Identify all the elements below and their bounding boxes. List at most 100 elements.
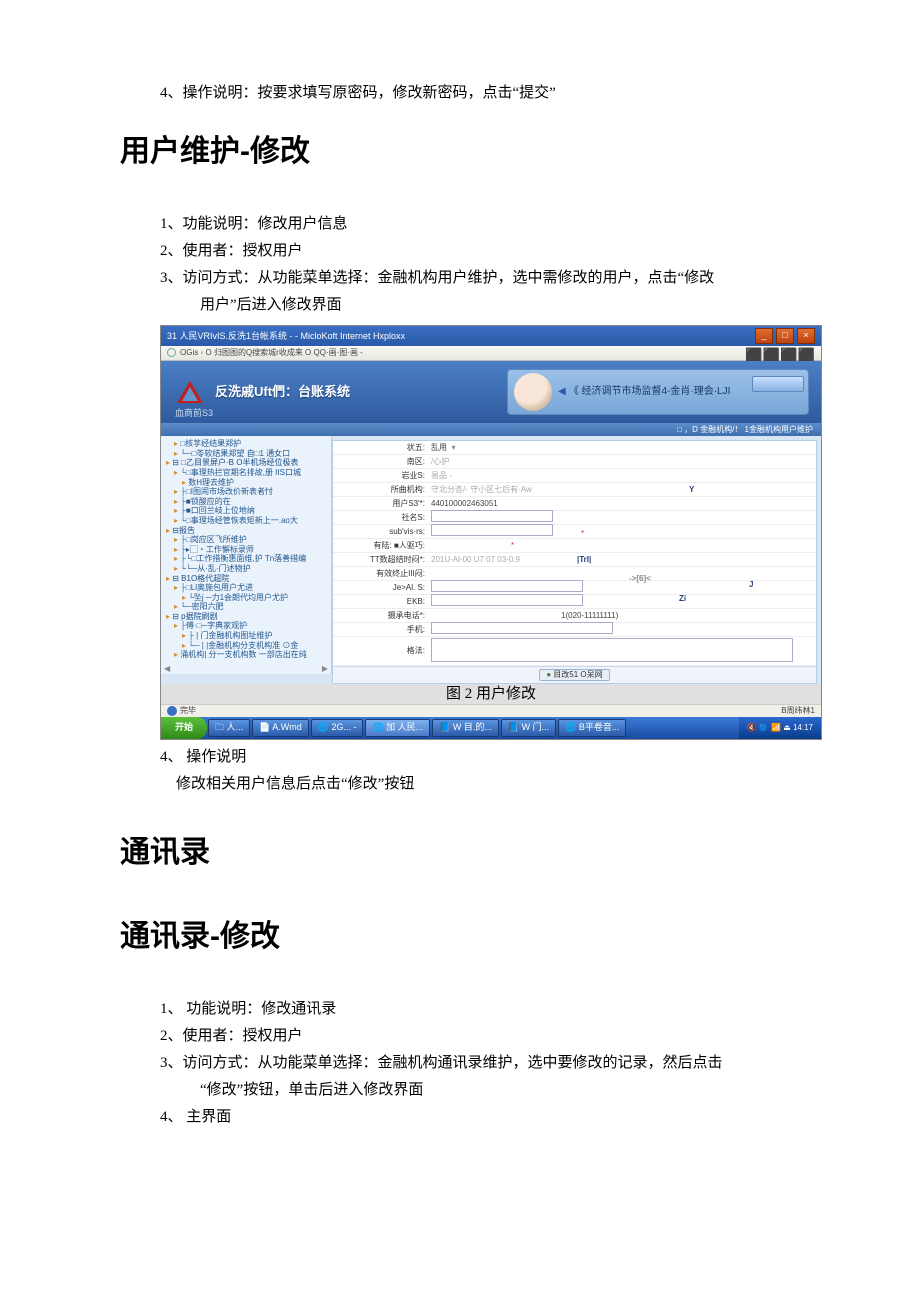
input-company[interactable]: [431, 510, 553, 522]
nav-tree[interactable]: ▸ □核苸经结果郑护▸ └─□苓软结果郑望 自□1 通女口▸ ⊟ □乙目景屏户·…: [161, 436, 332, 674]
tree-node[interactable]: ▸ ├■口回兰岐上位地纳: [174, 506, 328, 516]
val-tt[interactable]: 201U-Al-00 U7 07 03-0.9|TrI|: [429, 555, 816, 565]
tree-node[interactable]: ▸ └─密阳六肥: [174, 602, 328, 612]
taskbar-item[interactable]: 📘 W 门...: [501, 719, 556, 737]
tree-node[interactable]: ▸ ⊟报告: [166, 526, 328, 536]
lbl-biz: 岩业S:: [333, 471, 429, 481]
lbl-region: 南区:: [333, 457, 429, 467]
um-item-3a: 3、访问方式：从功能菜单选择：金融机构用户维护，选中需修改的用户，点击“修改: [160, 265, 800, 292]
tree-node[interactable]: ▸ ├□I图闹市场改价新表者忖: [174, 487, 328, 497]
banner-action-button[interactable]: [752, 376, 804, 392]
val-tel[interactable]: 1(020-11111111): [429, 611, 816, 621]
figure-caption: 图 2 用户修改: [161, 684, 821, 704]
tree-node[interactable]: ▸ └□事理场经管恢表矩新上一.ao大: [174, 516, 328, 526]
app-title: 反洗戚Uft們：台账系统: [215, 384, 350, 400]
cm-item-4: 4、 主界面: [160, 1104, 800, 1131]
um-item-1: 1、功能说明：修改用户信息: [160, 211, 800, 238]
lbl-mobile: 手机:: [333, 625, 429, 635]
minimize-button[interactable]: _: [755, 328, 773, 344]
ie-icon: [167, 706, 177, 716]
input-jal[interactable]: [431, 580, 583, 592]
val-org[interactable]: 守北分杏/- 守小区七后有·AwY: [429, 485, 816, 495]
tree-node[interactable]: ▸ □核苸经结果郑护: [174, 439, 328, 449]
banner-ad-text: 《 经济调节市场监督4-金肖·理会·LJI: [569, 386, 731, 398]
avatar-image: [514, 373, 552, 411]
um-item-4: 4、 操作说明: [160, 744, 800, 771]
system-tray: 🔇 🔵 📶 ⏏ 14:17: [739, 717, 821, 739]
taskbar-item[interactable]: 📘 W 目.的...: [432, 719, 499, 737]
tree-node[interactable]: ▸ ├傅·□─字典家观护: [174, 621, 328, 631]
um-item-2: 2、使用者：授权用户: [160, 238, 800, 265]
cm-item-1: 1、 功能说明：修改通讯录: [160, 996, 800, 1023]
lbl-valid: 有效终止III闷:: [333, 569, 429, 579]
app-logo-icon: [175, 379, 205, 405]
tree-node[interactable]: ▸ └└─从·乱·门述物护: [174, 564, 328, 574]
arrow-icon: ◀: [558, 386, 566, 398]
lbl-userid: 用户S3'*:: [333, 499, 429, 509]
breadcrumb-bar: □ ，D 金融机构/！ 1金融机构用户维护: [161, 423, 821, 437]
browser-toolbar: OGis ◦ O 归图图的Q搜索城r收成来 O QQ·画·图·画 - ⬛⬛⬛⬛: [161, 346, 821, 361]
taskbar-item[interactable]: 🗀 人...: [208, 719, 250, 737]
tree-node[interactable]: ▸ ├□岗应区飞所维护: [174, 535, 328, 545]
tree-node[interactable]: ▸ └坠j ─力1会朗代均用户尤护: [182, 593, 328, 603]
app-banner: 反洗戚Uft們：台账系统 血商前S3 ◀ 《 经济调节市场监督4-金肖·理会·L…: [161, 361, 821, 423]
start-button[interactable]: 开始: [161, 717, 207, 739]
lbl-tt: TT数超结时闷*:: [333, 555, 429, 565]
submit-bar: ●目改51 O呆网: [333, 666, 816, 683]
val-status[interactable]: 乱用 ▾: [429, 443, 816, 453]
input-ekb[interactable]: [431, 594, 583, 606]
heading-contacts-modify: 通讯录-修改: [120, 910, 800, 964]
taskbar: 开始 🗀 人...📄 A.Wmd🌐 2G... -🌐 加 人民...📘 W 目.…: [161, 717, 821, 739]
close-button[interactable]: ×: [797, 328, 815, 344]
lbl-company: 社名S:: [333, 513, 429, 523]
back-icon[interactable]: [167, 348, 176, 357]
scroll-right-icon[interactable]: ▶: [322, 664, 328, 674]
cm-item-3b: “修改”按钮，单击后进入修改界面: [200, 1077, 800, 1104]
taskbar-item[interactable]: 🌐 B平卷音...: [558, 719, 626, 737]
cm-item-3a: 3、访问方式：从功能菜单选择：金融机构通讯录维护，选中要修改的记录，然后点击: [160, 1050, 800, 1077]
toolbar-text: OGis ◦ O 归图图的Q搜索城r收成来 O QQ·画·图·画 -: [180, 348, 363, 358]
maximize-button[interactable]: □: [776, 328, 794, 344]
tree-node[interactable]: ▸ ⊟ □乙目景屏户·B O半机场经位极表: [166, 458, 328, 468]
window-title: 31 人民VRIvIS.反洗1台帐系统 - - MicloKoft Intern…: [167, 331, 752, 342]
tree-node[interactable]: ▸ ⊟ p据院刷剧: [166, 612, 328, 622]
input-code[interactable]: [431, 524, 553, 536]
window-titlebar: 31 人民VRIvIS.反洗1台帐系统 - - MicloKoft Intern…: [161, 326, 821, 346]
lbl-org: 所曲机构:: [333, 485, 429, 495]
tree-node[interactable]: ▸ ├└□工作措衡惠面维,护 Tn落善措编: [174, 554, 328, 564]
prev-step-4: 4、操作说明：按要求填写原密码，修改新密码，点击“提交”: [160, 80, 800, 107]
val-biz[interactable]: 易品 -: [429, 471, 816, 481]
tree-node[interactable]: ▸ ├□Ll奥施包用户尤进: [174, 583, 328, 593]
scroll-left-icon[interactable]: ◀: [164, 664, 170, 674]
lbl-role: 有陆: ■人驱巧:: [333, 541, 429, 551]
tray-icons: 🔇 🔵 📶 ⏏ 14:17: [747, 723, 813, 733]
tree-node[interactable]: ▸ └□事理热拦官期名排故,册 IIS口城: [174, 468, 328, 478]
lbl-ekb: EKB:: [333, 597, 429, 607]
modify-button[interactable]: ●目改51 O呆网: [539, 669, 609, 681]
banner-ad: ◀ 《 经济调节市场监督4-金肖·理会·LJI: [507, 369, 809, 415]
lbl-tel: 摄承电话*:: [333, 611, 429, 621]
browser-statusbar: 完毕 B周纬林1: [161, 704, 821, 717]
lbl-code: sub'vis·rs:: [333, 527, 429, 537]
lbl-remark: 格法:: [333, 646, 429, 656]
taskbar-item[interactable]: 📄 A.Wmd: [252, 719, 309, 737]
tree-node[interactable]: ▸ ├ | 门金融机构图址维护: [182, 631, 328, 641]
tree-node[interactable]: ▸ ├■锁酸应的在: [174, 497, 328, 507]
form-panel: 状五:乱用 ▾ 南区:/心护 岩业S:易品 - 所曲机构:守北分杏/- 守小区七…: [332, 440, 817, 684]
heading-user-modify: 用户维护-修改: [120, 125, 800, 179]
screenshot-user-modify: 31 人民VRIvIS.反洗1台帐系统 - - MicloKoft Intern…: [160, 325, 822, 740]
tree-node[interactable]: ▸ 数H理去维护: [182, 478, 328, 488]
tree-node[interactable]: ▸ ├▸▢・工作懈标录师: [174, 545, 328, 555]
tree-node[interactable]: ▸ └─ | |金融机构分支机构准 ⊙金: [182, 641, 328, 651]
input-mobile[interactable]: [431, 622, 613, 634]
cm-item-2: 2、使用者：授权用户: [160, 1023, 800, 1050]
val-userid: 440100002463051: [429, 499, 816, 509]
tree-node[interactable]: ▸ ⊟ B1O格代超院: [166, 574, 328, 584]
val-region[interactable]: /心护: [429, 457, 816, 467]
input-remark[interactable]: [431, 638, 793, 662]
tree-node[interactable]: ▸ └─□苓软结果郑望 自□1 通女口: [174, 449, 328, 459]
tree-node[interactable]: ▸ 涌机构| 分一支机构数 一部店出在纯: [174, 650, 328, 660]
taskbar-item[interactable]: 🌐 2G... -: [311, 719, 364, 737]
taskbar-item[interactable]: 🌐 加 人民...: [365, 719, 430, 737]
um-item-4b: 修改相关用户信息后点击“修改”按钮: [176, 771, 800, 798]
